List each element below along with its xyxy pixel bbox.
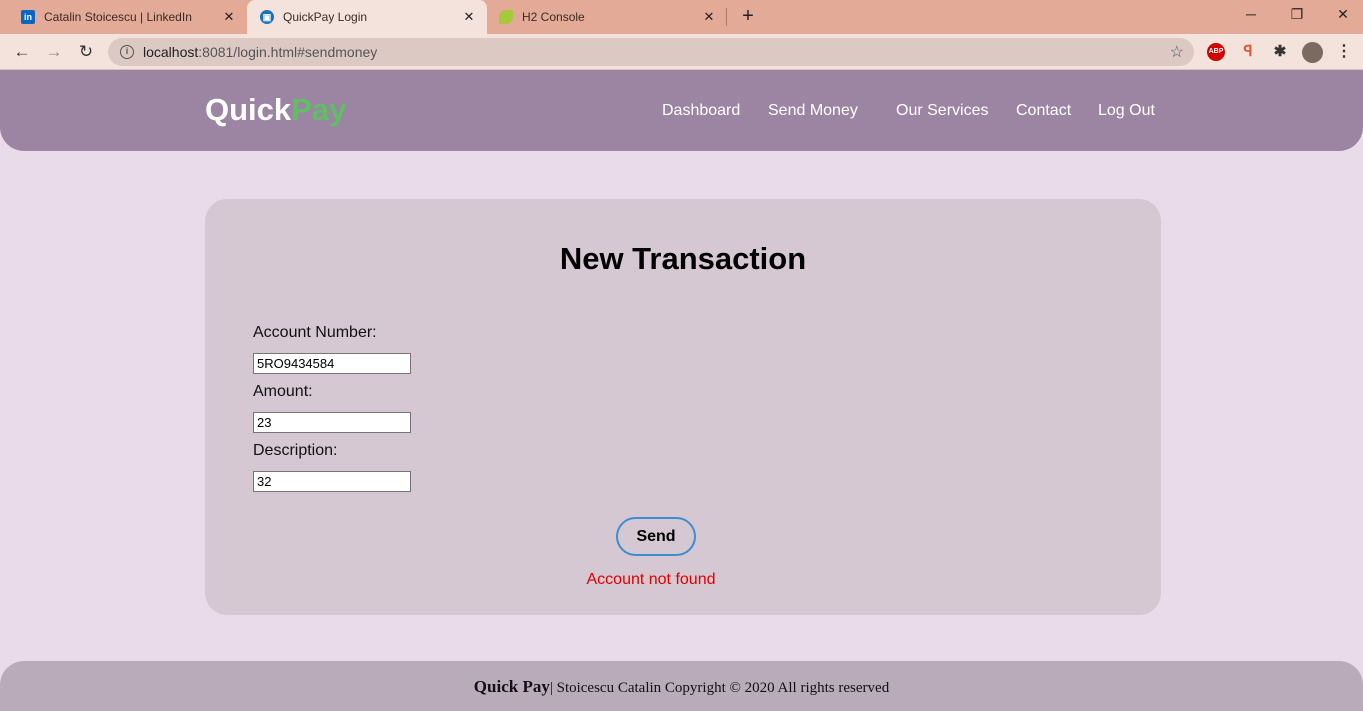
tab-title: Catalin Stoicescu | LinkedIn (44, 10, 192, 24)
reload-icon[interactable]: ↻ (76, 42, 96, 62)
account-number-field[interactable] (253, 353, 411, 374)
forward-arrow-icon[interactable]: → (44, 42, 64, 62)
tab-title: QuickPay Login (283, 10, 368, 24)
error-message: Account not found (586, 571, 716, 588)
close-tab-icon[interactable]: ✕ (221, 9, 237, 25)
tab-separator (726, 8, 727, 26)
footer-copyright: | Stoicescu Catalin Copyright © 2020 All… (549, 680, 890, 696)
nav-our-services[interactable]: Our Services (896, 102, 988, 120)
url-text: localhost:8081/login.html#sendmoney (143, 44, 378, 60)
tab-quickpay[interactable]: ▣ QuickPay Login ✕ (247, 0, 487, 34)
close-tab-icon[interactable]: ✕ (461, 9, 477, 25)
close-window-button[interactable]: ✕ (1333, 6, 1353, 23)
amount-field[interactable] (253, 412, 411, 433)
page-title: New Transaction (559, 241, 807, 276)
leaf-icon (499, 10, 513, 24)
account-number-label: Account Number: (253, 324, 377, 341)
nav-send-money[interactable]: Send Money (768, 102, 858, 120)
linkedin-icon: in (21, 10, 35, 24)
logo-quick: Quick (205, 92, 292, 127)
minimize-button[interactable]: ─ (1241, 6, 1261, 22)
bank-icon: ▣ (260, 10, 274, 24)
footer-brand: Quick Pay (473, 677, 550, 696)
extension-icon[interactable]: ꟼ (1239, 43, 1257, 61)
new-tab-button[interactable]: + (738, 6, 758, 26)
transaction-card: New Transaction Account Number: Amount: … (205, 199, 1161, 615)
bookmark-star-icon[interactable]: ☆ (1170, 42, 1184, 62)
description-label: Description: (253, 442, 338, 459)
send-button[interactable]: Send (616, 517, 696, 556)
logo-pay: Pay (291, 92, 347, 127)
footer-text: Quick Pay| Stoicescu Catalin Copyright ©… (0, 677, 1363, 697)
adblock-plus-icon[interactable]: ABP (1207, 43, 1225, 61)
site-footer: Quick Pay| Stoicescu Catalin Copyright ©… (0, 661, 1363, 711)
tab-title: H2 Console (522, 10, 585, 24)
puzzle-icon[interactable]: ✱ (1271, 43, 1289, 61)
nav-contact[interactable]: Contact (1016, 102, 1071, 120)
amount-label: Amount: (253, 383, 313, 400)
restore-button[interactable]: ❐ (1287, 6, 1307, 23)
profile-avatar[interactable] (1302, 42, 1323, 63)
menu-dots-icon[interactable]: ⋮ (1335, 43, 1353, 61)
browser-toolbar: ← → ↻ i localhost:8081/login.html#sendmo… (0, 34, 1363, 70)
site-header: QuickPay Dashboard Send Money Our Servic… (0, 70, 1363, 151)
info-icon[interactable]: i (120, 45, 134, 59)
nav-dashboard[interactable]: Dashboard (662, 102, 740, 120)
tab-h2-console[interactable]: H2 Console ✕ (487, 0, 727, 34)
description-field[interactable] (253, 471, 411, 492)
nav-log-out[interactable]: Log Out (1098, 102, 1155, 120)
tab-linkedin[interactable]: in Catalin Stoicescu | LinkedIn ✕ (0, 0, 247, 34)
browser-tab-strip: in Catalin Stoicescu | LinkedIn ✕ ▣ Quic… (0, 0, 1363, 34)
close-tab-icon[interactable]: ✕ (701, 9, 717, 25)
back-arrow-icon[interactable]: ← (12, 42, 32, 62)
logo[interactable]: QuickPay (205, 92, 346, 128)
address-bar[interactable]: i localhost:8081/login.html#sendmoney ☆ (108, 38, 1194, 66)
